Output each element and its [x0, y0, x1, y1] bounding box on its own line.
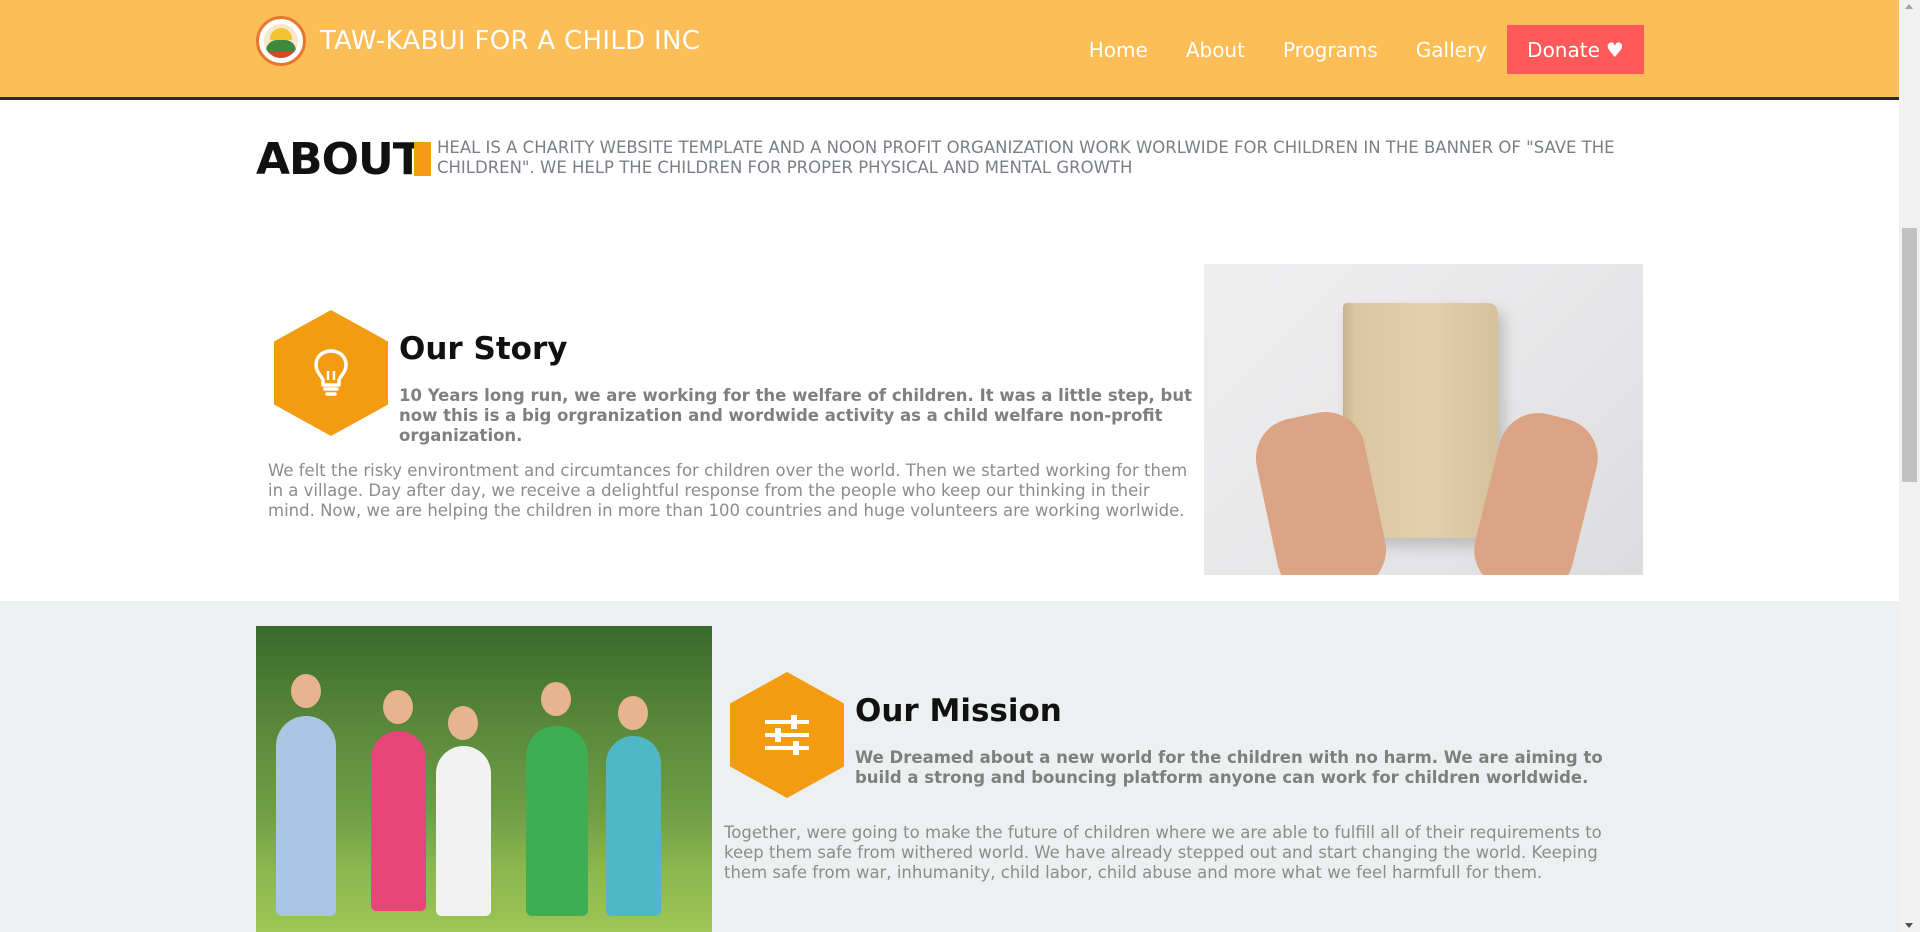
- heart-icon: ♥: [1605, 37, 1624, 62]
- about-description: HEAL IS A CHARITY WEBSITE TEMPLATE AND A…: [437, 138, 1615, 177]
- page-scrollbar[interactable]: [1899, 0, 1920, 932]
- donate-button[interactable]: Donate ♥: [1507, 25, 1644, 74]
- scroll-up-arrow-icon[interactable]: [1905, 4, 1913, 9]
- main-nav: Home About Programs Gallery Donate ♥: [1089, 25, 1644, 74]
- sliders-icon: [765, 715, 809, 755]
- brand[interactable]: TAW-KABUI FOR A CHILD INC: [256, 16, 700, 66]
- about-title: ABOUT: [256, 134, 423, 185]
- story-lead: 10 Years long run, we are working for th…: [399, 386, 1193, 445]
- story-body: We felt the risky environtment and circu…: [268, 461, 1188, 520]
- mission-icon-hexagon: [730, 672, 844, 798]
- story-title: Our Story: [399, 331, 568, 367]
- brand-name: TAW-KABUI FOR A CHILD INC: [320, 26, 701, 56]
- site-header: TAW-KABUI FOR A CHILD INC Home About Pro…: [0, 0, 1899, 100]
- scroll-thumb[interactable]: [1902, 228, 1917, 482]
- accent-bar: [414, 142, 431, 176]
- mission-title: Our Mission: [855, 693, 1062, 729]
- donate-label: Donate: [1527, 37, 1600, 62]
- story-image: [1204, 264, 1643, 575]
- logo: [256, 16, 306, 66]
- about-heading: ABOUT HEAL IS A CHARITY WEBSITE TEMPLATE…: [256, 134, 1644, 194]
- mission-lead: We Dreamed about a new world for the chi…: [855, 748, 1603, 787]
- our-story-section: Our Story 10 Years long run, we are work…: [0, 228, 1899, 601]
- nav-programs[interactable]: Programs: [1283, 38, 1378, 62]
- story-icon-hexagon: [274, 310, 388, 436]
- nav-about[interactable]: About: [1186, 38, 1245, 62]
- lightbulb-icon: [314, 349, 348, 396]
- nav-home[interactable]: Home: [1089, 38, 1148, 62]
- mission-body: Together, were going to make the future …: [724, 823, 1602, 882]
- scroll-down-arrow-icon[interactable]: [1905, 923, 1913, 928]
- nav-gallery[interactable]: Gallery: [1416, 38, 1487, 62]
- our-mission-section: Our Mission We Dreamed about a new world…: [0, 601, 1899, 932]
- mission-image: [256, 626, 712, 932]
